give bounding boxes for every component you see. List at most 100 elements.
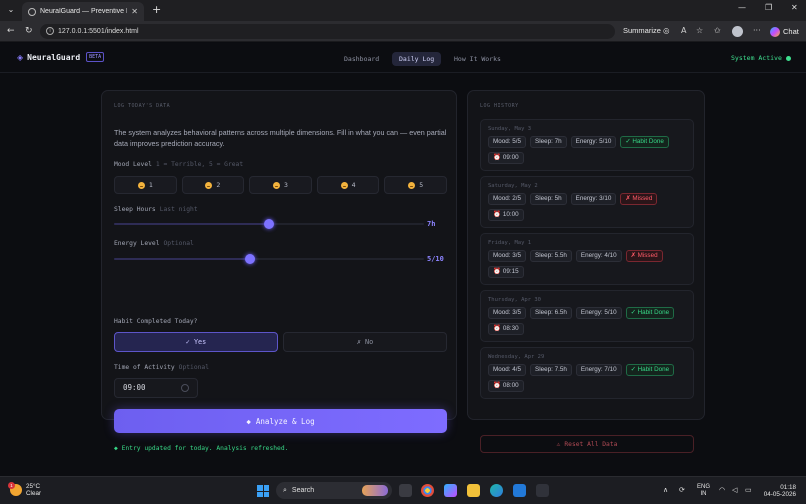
profile-avatar[interactable]	[732, 26, 743, 37]
mood-option-5[interactable]: 5	[384, 176, 447, 194]
slider-thumb[interactable]	[264, 219, 274, 229]
success-text: Entry updated for today. Analysis refres…	[121, 445, 289, 452]
entry-date: Sunday, May 3	[488, 126, 532, 132]
app-logo[interactable]: ◈ NeuralGuard BETA	[17, 52, 105, 62]
mood-label: Mood Level 1 = Terrible, 5 = Great	[114, 161, 243, 168]
windows-taskbar: 1 25°C Clear ⌕ Search ∧ ⟳ ENG IN ◠ ◁ ▭ 0…	[0, 476, 806, 504]
habit-yes-button[interactable]: ✓ Yes	[114, 332, 278, 352]
reset-all-button[interactable]: ⚠ Reset All Data	[480, 435, 694, 453]
weather-widget[interactable]: 1 25°C Clear	[8, 482, 41, 497]
edge-icon[interactable]	[490, 484, 503, 497]
time-label-text: Time of Activity	[114, 364, 175, 371]
status-dot-icon	[785, 55, 791, 61]
clock-time: 01:18	[780, 484, 796, 491]
face-icon	[137, 181, 145, 189]
history-entry: Saturday, May 2 Mood: 2/5 Sleep: 5h Energy:…	[480, 176, 694, 228]
status-text: System Active	[731, 54, 782, 62]
mood-option-4[interactable]: 4	[316, 176, 380, 194]
nav-how-it-works[interactable]: How It Works	[447, 52, 508, 66]
time-chip-text: 10:00	[502, 211, 519, 218]
tray-chevron-icon[interactable]: ∧	[663, 486, 668, 494]
volume-icon[interactable]: ◁	[732, 486, 737, 494]
sync-icon[interactable]: ⟳	[679, 486, 685, 494]
globe-icon	[28, 7, 36, 16]
habit-chip: ✓ Habit Done	[620, 136, 669, 148]
close-tab-icon[interactable]: ✕	[131, 7, 138, 16]
sleep-slider[interactable]	[114, 219, 424, 229]
copilot-app-icon[interactable]	[444, 484, 457, 497]
habit-no-button[interactable]: ✗ No	[283, 332, 447, 352]
slider-thumb[interactable]	[245, 254, 256, 264]
clock-date: 04-05-2026	[763, 491, 796, 498]
more-menu-icon[interactable]: ···	[753, 26, 761, 35]
url-text: 127.0.0.1:5501/index.html	[58, 28, 139, 35]
energy-value: 5/10	[427, 255, 444, 263]
sleep-label: Sleep Hours Last night	[114, 206, 198, 213]
chrome-icon[interactable]	[421, 484, 434, 497]
analyze-log-button[interactable]: ◆ Analyze & Log	[114, 409, 447, 433]
search-highlight-icon	[362, 485, 388, 496]
summarize-button[interactable]: Summarize ◎	[623, 26, 670, 35]
face-icon	[205, 181, 213, 189]
mood-hint: 1 = Terrible, 5 = Great	[155, 161, 244, 168]
file-explorer-icon[interactable]	[467, 484, 480, 497]
mood-option-1[interactable]: 1	[114, 176, 177, 194]
mood-option-2[interactable]: 2	[181, 176, 245, 194]
copilot-chat-button[interactable]: Chat	[767, 24, 804, 39]
habit-chip: ✗ Missed	[620, 193, 658, 205]
language-indicator[interactable]: ENG IN	[697, 484, 710, 498]
slider-fill	[114, 223, 269, 225]
face-icon	[273, 181, 281, 189]
app-icon[interactable]	[536, 484, 549, 497]
site-info-icon[interactable]: i	[46, 27, 54, 35]
url-field[interactable]: i 127.0.0.1:5501/index.html	[40, 24, 615, 39]
favorite-star-icon[interactable]: ☆	[696, 26, 703, 35]
browser-tab[interactable]: NeuralGuard — Preventive Healt… ✕	[22, 2, 144, 21]
energy-slider[interactable]	[114, 254, 424, 264]
time-label: Time of Activity Optional	[114, 364, 209, 371]
maximize-icon[interactable]: ❐	[765, 3, 772, 12]
lang-code: ENG	[697, 484, 711, 490]
tab-actions-icon[interactable]: ⌄	[4, 3, 18, 17]
refresh-icon[interactable]: ↻	[25, 25, 33, 37]
vscode-icon[interactable]	[513, 484, 526, 497]
log-section-label: LOG TODAY'S DATA	[114, 103, 171, 109]
sleep-chip: Sleep: 5.5h	[530, 250, 572, 262]
minimize-icon[interactable]: —	[738, 3, 746, 12]
copilot-icon	[770, 26, 780, 37]
weather-badge: 1	[8, 482, 15, 489]
nav-daily-log[interactable]: Daily Log	[392, 52, 442, 66]
time-value: 09:00	[123, 383, 146, 392]
task-view-icon[interactable]	[399, 484, 412, 497]
battery-icon[interactable]: ▭	[745, 486, 752, 494]
nav-dashboard[interactable]: Dashboard	[337, 52, 386, 66]
mood-label-text: Mood Level	[114, 161, 152, 168]
entry-date: Thursday, Apr 30	[488, 297, 541, 303]
time-hint: Optional	[178, 364, 210, 371]
mood-chip: Mood: 3/5	[488, 307, 527, 319]
energy-chip: Energy: 5/10	[570, 136, 617, 148]
alarm-clock-icon: ⏰	[493, 211, 501, 218]
entry-date: Wednesday, Apr 29	[488, 354, 545, 360]
slider-fill	[114, 258, 251, 260]
mood-selector: 1 2 3 4 5	[114, 176, 447, 194]
favorites-icon[interactable]: ✩	[714, 26, 721, 35]
summarize-label: Summarize	[623, 26, 661, 35]
new-tab-icon[interactable]: +	[152, 3, 161, 17]
close-window-icon[interactable]: ✕	[791, 3, 798, 12]
taskbar-search[interactable]: ⌕ Search	[276, 482, 392, 499]
history-entry: Sunday, May 3 Mood: 5/5 Sleep: 7h Energy: 5…	[480, 119, 694, 171]
entry-chips: Mood: 2/5 Sleep: 5h Energy: 3/10 ✗ Missed ⏰ 1…	[488, 193, 688, 221]
start-icon[interactable]	[257, 485, 269, 497]
back-icon[interactable]: ←	[7, 25, 15, 37]
mood-option-3[interactable]: 3	[249, 176, 312, 194]
time-input[interactable]: 09:00	[114, 378, 198, 398]
habit-chip: ✗ Missed	[625, 250, 663, 262]
taskbar-clock[interactable]: 01:18 04-05-2026	[760, 484, 796, 498]
alarm-clock-icon: ⏰	[493, 154, 501, 161]
time-chip-text: 08:30	[502, 325, 519, 332]
warning-icon: ⚠	[556, 440, 561, 448]
read-aloud-icon[interactable]: A	[681, 26, 686, 35]
wifi-icon[interactable]: ◠	[719, 486, 725, 494]
clock-icon[interactable]	[181, 384, 189, 392]
